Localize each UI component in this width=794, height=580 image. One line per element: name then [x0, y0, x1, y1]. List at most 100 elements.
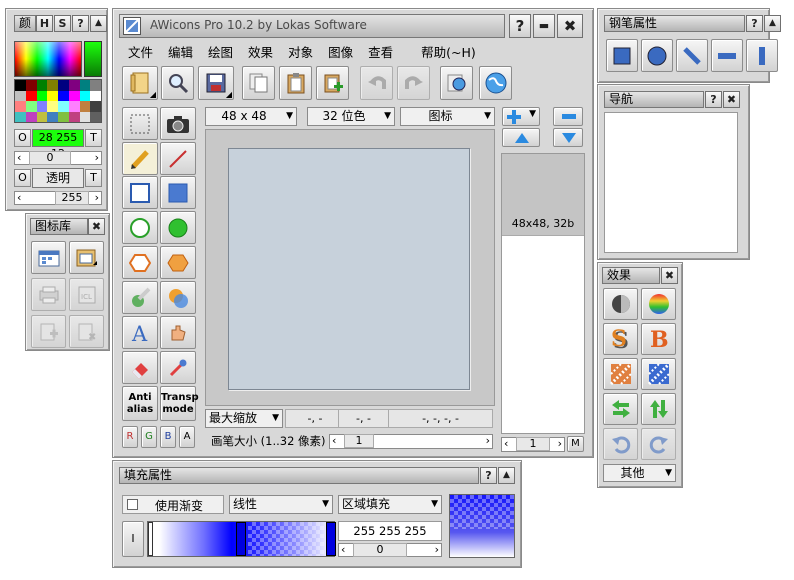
- library-ico-button[interactable]: ICL: [69, 278, 104, 311]
- add-page-button[interactable]: ▼: [502, 107, 540, 126]
- primary-color-swatch[interactable]: [84, 41, 102, 77]
- pen-diagonal-button[interactable]: [676, 39, 708, 72]
- type-select[interactable]: 图标 ▼: [400, 107, 495, 126]
- menu-file[interactable]: 文件: [128, 42, 153, 61]
- menu-effects[interactable]: 效果: [248, 42, 273, 61]
- size-select[interactable]: 48 x 48 ▼: [205, 107, 297, 126]
- web-button[interactable]: [479, 66, 512, 100]
- zoom-button[interactable]: [161, 66, 194, 100]
- zoom-select[interactable]: 最大缩放 ▼: [205, 409, 283, 428]
- pen-horizontal-button[interactable]: [711, 39, 743, 72]
- menu-view[interactable]: 查看: [368, 42, 393, 61]
- drawing-canvas[interactable]: [228, 148, 470, 390]
- channel-b-button[interactable]: B: [160, 426, 176, 448]
- paste-button[interactable]: [279, 66, 312, 100]
- effect-checker-button[interactable]: [641, 358, 676, 390]
- color-panel-title[interactable]: 颜: [14, 15, 36, 32]
- fill-panel-title[interactable]: 填充属性: [119, 467, 479, 484]
- redo-button[interactable]: [397, 66, 430, 100]
- channel-g-button[interactable]: G: [141, 426, 157, 448]
- effect-grayscale-button[interactable]: [603, 288, 638, 320]
- text-tool[interactable]: A: [122, 316, 158, 349]
- select-tool[interactable]: [122, 107, 158, 140]
- pen-square-button[interactable]: [606, 39, 638, 72]
- line-tool[interactable]: [160, 142, 196, 175]
- collapse-icon[interactable]: ▲: [764, 15, 781, 32]
- page-value[interactable]: 1: [516, 437, 550, 451]
- copy-button[interactable]: [242, 66, 275, 100]
- eyedropper-tool[interactable]: [160, 351, 196, 384]
- flip-horizontal-button[interactable]: [603, 393, 638, 425]
- rotate-left-button[interactable]: [603, 428, 638, 460]
- page-spinner[interactable]: ‹ 1 ›: [501, 437, 565, 452]
- effect-noise-button[interactable]: [603, 358, 638, 390]
- filled-rectangle-tool[interactable]: [160, 176, 196, 209]
- gradient-stop-handle[interactable]: [148, 522, 153, 556]
- help-button[interactable]: ?: [72, 15, 89, 32]
- alpha-spinner-value[interactable]: 0: [29, 151, 71, 165]
- new-file-button[interactable]: ◢: [122, 66, 158, 100]
- pen-size-value[interactable]: 1: [344, 434, 374, 448]
- o-button[interactable]: O: [14, 129, 31, 147]
- t-button-2[interactable]: T: [85, 169, 102, 187]
- menu-object[interactable]: 对象: [288, 42, 313, 61]
- collapse-button[interactable]: ▲: [90, 15, 107, 32]
- pen-panel-title[interactable]: 钢笔属性: [604, 15, 745, 32]
- o-button-2[interactable]: O: [14, 169, 31, 187]
- library-panel-title[interactable]: 图标库: [30, 218, 88, 235]
- t-button[interactable]: T: [85, 129, 102, 147]
- ellipse-tool[interactable]: [122, 211, 158, 244]
- channel-a-button[interactable]: A: [179, 426, 195, 448]
- rectangle-tool[interactable]: [122, 176, 158, 209]
- hand-tool[interactable]: [160, 316, 196, 349]
- help-icon[interactable]: ?: [509, 14, 531, 38]
- library-add-button[interactable]: [31, 315, 66, 348]
- invert-button[interactable]: I: [122, 521, 144, 557]
- camera-tool[interactable]: [160, 107, 196, 140]
- menu-edit[interactable]: 编辑: [168, 42, 193, 61]
- help-icon[interactable]: ?: [480, 467, 497, 484]
- gradient-strip[interactable]: [147, 521, 336, 557]
- pen-round-button[interactable]: [641, 39, 673, 72]
- effect-bold-button[interactable]: B: [641, 323, 676, 355]
- transparent-spinner-value[interactable]: 255: [55, 191, 89, 205]
- eraser-tool[interactable]: [122, 351, 158, 384]
- m-button[interactable]: M: [567, 436, 584, 452]
- save-button[interactable]: ◢: [198, 66, 234, 100]
- transparency-mode-toggle[interactable]: Transp mode: [160, 386, 199, 421]
- find-button[interactable]: [440, 66, 473, 100]
- page-down-button[interactable]: [553, 128, 583, 147]
- close-icon[interactable]: ✖: [723, 91, 740, 108]
- menu-draw[interactable]: 绘图: [208, 42, 233, 61]
- gradient-stop-handle[interactable]: [326, 522, 336, 556]
- filled-polygon-tool[interactable]: [160, 246, 196, 279]
- saturation-button[interactable]: S: [54, 15, 71, 32]
- effect-shadow-button[interactable]: SS: [603, 323, 638, 355]
- linear-select[interactable]: 线性 ▼: [229, 495, 333, 514]
- remove-page-button[interactable]: [553, 107, 583, 126]
- help-icon[interactable]: ?: [705, 91, 722, 108]
- undo-button[interactable]: [360, 66, 393, 100]
- page-up-button[interactable]: [502, 128, 540, 147]
- channel-r-button[interactable]: R: [122, 426, 138, 448]
- checkbox-box[interactable]: [127, 499, 138, 510]
- pencil-tool[interactable]: [122, 142, 158, 175]
- transparent-spinner[interactable]: ‹ 255 ›: [14, 191, 102, 205]
- color-depth-select[interactable]: 32 位色 ▼: [307, 107, 395, 126]
- replace-color-tool[interactable]: [160, 281, 196, 314]
- library-open-button[interactable]: [31, 241, 66, 274]
- library-save-button[interactable]: [69, 241, 104, 274]
- nav-panel-title[interactable]: 导航: [604, 91, 704, 108]
- effects-panel-title[interactable]: 效果: [602, 267, 660, 284]
- area-fill-select[interactable]: 区域填充 ▼: [338, 495, 442, 514]
- fill-alpha-value[interactable]: 0: [353, 543, 407, 557]
- filled-ellipse-tool[interactable]: [160, 211, 196, 244]
- flip-vertical-button[interactable]: [641, 393, 676, 425]
- transparent-field[interactable]: 透明: [32, 168, 84, 188]
- paste-new-button[interactable]: [316, 66, 349, 100]
- color-palette[interactable]: [14, 79, 102, 123]
- collapse-icon[interactable]: ▲: [498, 467, 515, 484]
- fill-color-field[interactable]: 255 255 255: [338, 521, 442, 541]
- menu-help[interactable]: 帮助(~H): [421, 42, 476, 61]
- close-icon[interactable]: ✖: [88, 218, 105, 235]
